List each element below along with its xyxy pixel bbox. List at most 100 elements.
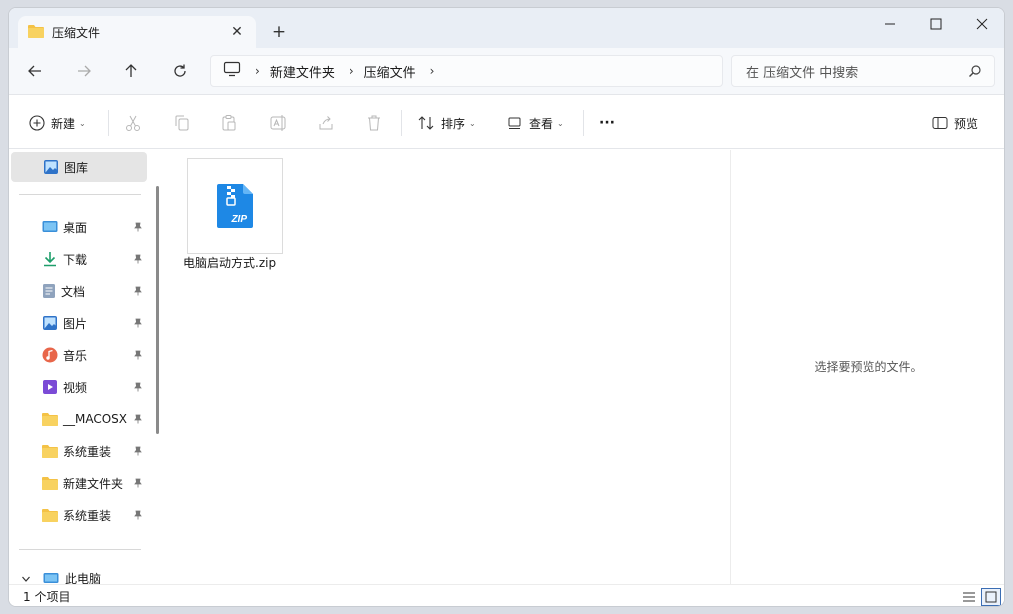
pin-icon[interactable] (133, 349, 143, 363)
computer-icon (43, 572, 59, 583)
svg-text:ZIP: ZIP (230, 214, 247, 225)
sidebar-item-desktop[interactable]: 桌面 (9, 213, 149, 241)
sidebar-item-label: 文档 (61, 284, 86, 299)
breadcrumb-separator[interactable]: › (349, 64, 354, 78)
sort-button[interactable]: 排序 ⌄ (417, 110, 476, 136)
back-button[interactable] (19, 58, 51, 84)
breadcrumb-compressed-files[interactable]: 压缩文件 (364, 62, 416, 81)
breadcrumb-separator[interactable]: › (430, 64, 435, 78)
tiles-view-icon (985, 591, 997, 603)
plus-circle-icon (29, 115, 45, 131)
pin-icon[interactable] (133, 413, 143, 427)
view-button-label: 查看 (529, 116, 554, 131)
cut-button[interactable] (124, 110, 142, 136)
sidebar-divider (19, 549, 141, 550)
music-icon (42, 347, 58, 363)
share-icon (319, 116, 333, 130)
sidebar-item-system-reinstall-2[interactable]: 系统重装 (9, 501, 149, 529)
sidebar-item-this-pc[interactable]: 此电脑 (21, 570, 101, 584)
forward-button[interactable] (68, 58, 100, 84)
sidebar-item-label: 图片 (63, 316, 88, 331)
title-bar: 压缩文件 ✕ + (9, 8, 1004, 48)
tab-title: 压缩文件 (52, 25, 101, 40)
delete-button[interactable] (365, 110, 383, 136)
pin-icon[interactable] (133, 477, 143, 491)
sort-icon (418, 116, 434, 130)
preview-pane-icon (932, 117, 948, 129)
sidebar-item-label: 图库 (64, 160, 89, 175)
sidebar-item-documents[interactable]: 文档 (9, 277, 149, 305)
close-window-button[interactable] (959, 8, 1004, 40)
preview-pane-button[interactable]: 预览 (932, 110, 978, 136)
list-view-icon (963, 592, 975, 602)
new-button[interactable]: 新建 ⌄ (29, 110, 86, 136)
breadcrumb-new-folder[interactable]: 新建文件夹 (270, 62, 335, 81)
sidebar-divider (19, 194, 141, 195)
status-bar: 1 个项目 (9, 584, 1004, 606)
sidebar-item-label: 系统重装 (63, 444, 112, 459)
folder-icon (42, 509, 58, 522)
gallery-icon (44, 160, 58, 174)
pictures-icon (43, 316, 57, 330)
maximize-button[interactable] (913, 8, 959, 40)
copy-button[interactable] (173, 110, 191, 136)
item-count: 1 个项目 (23, 590, 71, 604)
search-box[interactable]: 在 压缩文件 中搜索 (731, 55, 995, 87)
large-icons-view-button[interactable] (981, 588, 1001, 606)
preview-pane: 选择要预览的文件。 (730, 150, 1004, 584)
folder-icon (42, 445, 58, 458)
sidebar-item-new-folder[interactable]: 新建文件夹 (9, 469, 149, 497)
sidebar-item-label: 桌面 (63, 220, 88, 235)
sidebar-item-macosx[interactable]: __MACOSX (9, 405, 149, 433)
sidebar-item-gallery[interactable]: 图库 (11, 152, 147, 182)
rename-button[interactable] (269, 110, 287, 136)
breadcrumb-separator[interactable]: › (255, 64, 260, 78)
video-icon (43, 380, 57, 394)
sidebar-item-system-reinstall[interactable]: 系统重装 (9, 437, 149, 465)
folder-icon (28, 24, 44, 41)
pin-icon[interactable] (133, 285, 143, 299)
address-bar[interactable]: › 新建文件夹 › 压缩文件 › (210, 55, 723, 87)
more-options-button[interactable]: ··· (599, 110, 615, 136)
paste-button[interactable] (220, 110, 238, 136)
search-placeholder[interactable]: 在 压缩文件 中搜索 (746, 62, 858, 81)
pin-icon[interactable] (133, 381, 143, 395)
sidebar-item-music[interactable]: 音乐 (9, 341, 149, 369)
computer-icon (223, 61, 241, 81)
chevron-down-icon: ⌄ (79, 118, 86, 128)
view-icon (508, 117, 521, 129)
pin-icon[interactable] (133, 445, 143, 459)
toolbar-divider (401, 110, 402, 136)
document-icon (43, 284, 55, 298)
sidebar-item-pictures[interactable]: 图片 (9, 309, 149, 337)
scissors-icon (126, 115, 140, 131)
new-tab-button[interactable]: + (267, 20, 291, 44)
copy-icon (175, 115, 189, 131)
toolbar-divider (583, 110, 584, 136)
share-button[interactable] (317, 110, 335, 136)
sidebar-item-downloads[interactable]: 下载 (9, 245, 149, 273)
minimize-button[interactable] (867, 8, 913, 40)
refresh-button[interactable] (164, 58, 196, 84)
zip-file-icon: ZIP (217, 184, 253, 228)
pin-icon[interactable] (133, 317, 143, 331)
pin-icon[interactable] (133, 221, 143, 235)
tab-close-icon[interactable]: ✕ (226, 21, 248, 43)
up-button[interactable] (115, 58, 147, 84)
sidebar-item-label: 此电脑 (65, 572, 102, 584)
folder-icon (42, 477, 58, 490)
file-item[interactable]: ZIP (187, 158, 283, 254)
sidebar-item-label: __MACOSX (63, 412, 128, 426)
tab-compressed-files[interactable]: 压缩文件 ✕ (18, 16, 256, 48)
pin-icon[interactable] (133, 253, 143, 267)
sort-button-label: 排序 (441, 116, 466, 131)
view-button[interactable]: 查看 ⌄ (507, 110, 564, 136)
sidebar-item-videos[interactable]: 视频 (9, 373, 149, 401)
details-view-button[interactable] (959, 588, 979, 606)
sidebar-scrollbar[interactable] (156, 186, 159, 434)
pin-icon[interactable] (133, 509, 143, 523)
navigation-bar: › 新建文件夹 › 压缩文件 › 在 压缩文件 中搜索 (9, 48, 1004, 95)
navigation-pane: 图库 桌面 下载 文档 图片 音乐 视频 __MACOSX 系统重装 新建文件夹… (9, 150, 149, 584)
file-name[interactable]: 电脑启动方式.zip (183, 254, 293, 271)
search-icon[interactable] (968, 64, 982, 82)
